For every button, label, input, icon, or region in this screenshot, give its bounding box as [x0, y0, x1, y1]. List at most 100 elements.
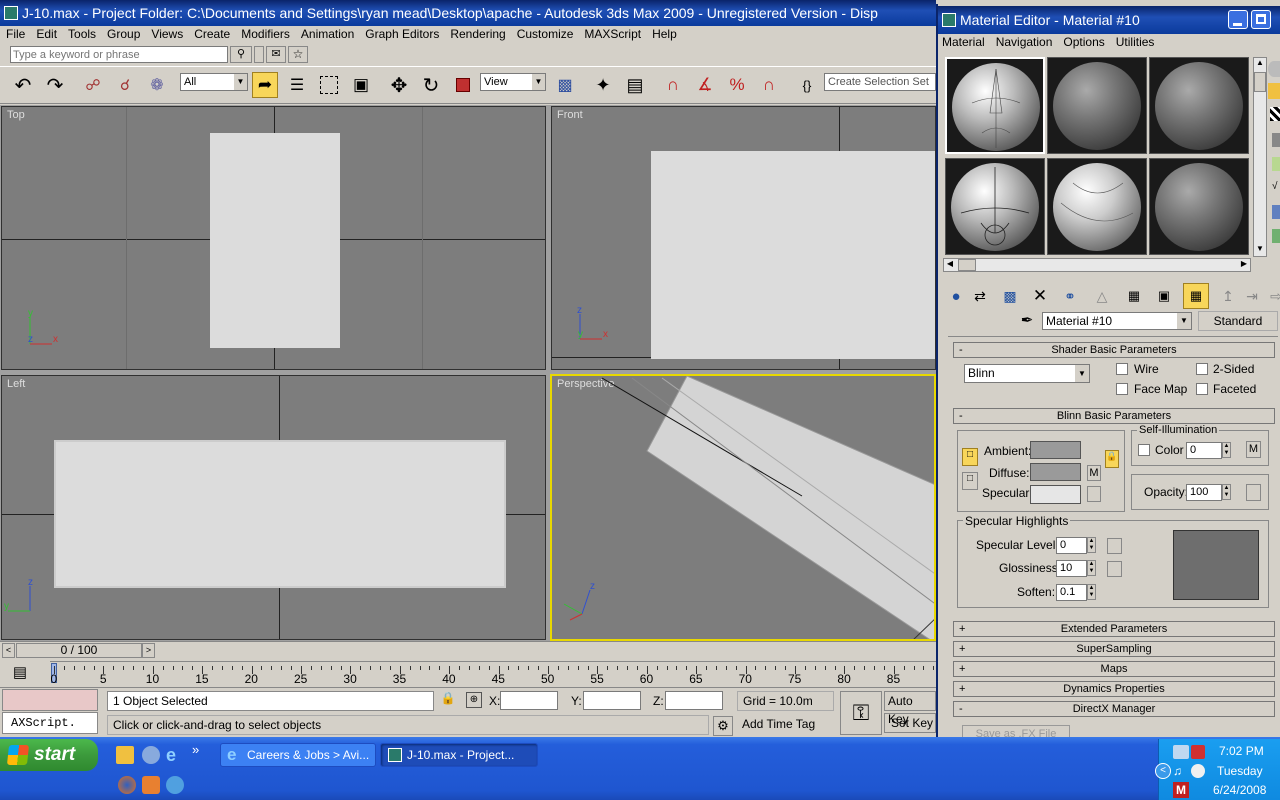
menu-navigation[interactable]: Navigation	[996, 35, 1053, 49]
menu-help[interactable]: Help	[652, 27, 677, 41]
glossiness-spinner[interactable]: ▲ ▼	[1087, 560, 1096, 576]
viewport-perspective[interactable]: Perspective z	[550, 374, 936, 641]
rollout-blinn-basic-parameters[interactable]: - Blinn Basic Parameters	[953, 408, 1275, 424]
show-map-in-viewport-icon[interactable]: ▣	[1151, 283, 1177, 309]
auto-key-button[interactable]: Auto Key	[884, 691, 936, 726]
viewport-left-label[interactable]: Left	[7, 378, 25, 390]
undo-icon[interactable]: ↶	[10, 72, 36, 98]
quick-launch-ie-icon[interactable]: e	[166, 746, 184, 764]
make-preview-icon[interactable]: √	[1272, 181, 1280, 195]
viewport-front[interactable]: Front z x y	[551, 106, 936, 370]
show-end-result-icon[interactable]: ▦	[1183, 283, 1209, 309]
menu-rendering[interactable]: Rendering	[450, 27, 505, 41]
wire-checkbox[interactable]	[1116, 363, 1128, 375]
two-sided-checkbox[interactable]	[1196, 363, 1208, 375]
self-illum-map-button[interactable]: M	[1246, 441, 1261, 458]
spinner-snap-icon[interactable]: ∩	[756, 72, 782, 98]
move-icon[interactable]: ✥	[386, 72, 412, 98]
reference-coordinate-dropdown[interactable]: View ▼	[480, 73, 546, 91]
plane-object[interactable]	[651, 151, 935, 359]
set-key-icon[interactable]: ⚿	[840, 691, 882, 735]
quick-launch-app2-icon[interactable]	[142, 776, 160, 794]
clock-time[interactable]: 7:02 PM	[1219, 744, 1264, 758]
material-type-button[interactable]: Standard	[1198, 311, 1278, 331]
select-by-material-icon[interactable]	[1272, 229, 1280, 243]
clock-day[interactable]: Tuesday	[1217, 764, 1263, 778]
self-illum-value-field[interactable]: 0	[1186, 442, 1222, 459]
select-by-name-icon[interactable]: ☰	[284, 72, 310, 98]
edit-named-selection-icon[interactable]: {}	[794, 72, 820, 98]
sample-slot-2[interactable]	[1047, 57, 1147, 154]
sample-slots-horizontal-scrollbar[interactable]: ◀ ▶	[943, 258, 1251, 272]
sample-type-icon[interactable]	[1268, 61, 1280, 77]
bind-to-space-warp-icon[interactable]: ❁	[144, 72, 170, 98]
sample-slot-4[interactable]	[945, 158, 1045, 255]
menu-file[interactable]: File	[6, 27, 25, 41]
rollout-dynamics-properties[interactable]: + Dynamics Properties	[953, 681, 1275, 697]
make-unique-icon[interactable]: ⚭	[1057, 283, 1083, 309]
faceted-checkbox[interactable]	[1196, 383, 1208, 395]
self-illum-color-checkbox[interactable]	[1138, 444, 1150, 456]
quick-launch-firefox-icon[interactable]	[118, 776, 136, 794]
plane-object[interactable]	[54, 440, 506, 588]
mcafee-icon[interactable]: M	[1173, 782, 1189, 798]
quick-launch-folder-icon[interactable]	[116, 746, 134, 764]
select-and-link-icon[interactable]: ☍	[80, 72, 106, 98]
named-selection-sets-input[interactable]: Create Selection Set	[824, 73, 936, 91]
quick-launch-expand[interactable]: »	[192, 742, 199, 757]
start-button[interactable]: start	[0, 739, 98, 771]
maximize-button[interactable]	[1251, 10, 1271, 29]
menu-views[interactable]: Views	[151, 27, 183, 41]
save-as-fx-file-button[interactable]: Save as .FX File	[962, 725, 1070, 737]
soften-spinner[interactable]: ▲ ▼	[1087, 584, 1096, 600]
select-and-manipulate-icon[interactable]: ✦	[590, 72, 616, 98]
backlight-icon[interactable]	[1268, 83, 1280, 99]
unlink-selection-icon[interactable]: ☌	[112, 72, 138, 98]
time-slider-prev-button[interactable]: <	[2, 643, 15, 658]
z-coord-field[interactable]	[665, 691, 723, 710]
plane-object[interactable]	[210, 133, 340, 348]
options-icon[interactable]	[1272, 205, 1280, 219]
go-to-parent-icon[interactable]: ↥	[1215, 283, 1241, 309]
sample-slot-1[interactable]	[945, 57, 1045, 154]
assign-material-icon[interactable]: ▩	[997, 283, 1023, 309]
reset-map-icon[interactable]: ✕	[1027, 283, 1053, 309]
opacity-field[interactable]: 100	[1186, 484, 1222, 501]
shader-dropdown[interactable]: Blinn ▼	[964, 364, 1090, 383]
menu-create[interactable]: Create	[194, 27, 230, 41]
go-to-sibling-icon[interactable]: ⇨	[1263, 283, 1280, 309]
sample-slots-vertical-scrollbar[interactable]: ▲ ▼	[1253, 57, 1267, 257]
rollout-directx-manager[interactable]: - DirectX Manager	[953, 701, 1275, 717]
menu-tools[interactable]: Tools	[68, 27, 96, 41]
time-slider[interactable]: < 0 / 100 >	[0, 641, 936, 659]
menu-maxscript[interactable]: MAXScript	[584, 27, 641, 41]
specular-color-swatch[interactable]	[1030, 485, 1081, 504]
viewport-top[interactable]: Top y x z	[1, 106, 546, 370]
add-time-tag-button[interactable]: Add Time Tag	[737, 715, 834, 735]
time-slider-thumb[interactable]: 0 / 100	[16, 643, 142, 658]
y-coord-field[interactable]	[583, 691, 641, 710]
viewport-top-label[interactable]: Top	[7, 109, 25, 121]
snaps-toggle-icon[interactable]: ∩	[660, 72, 686, 98]
rotate-icon[interactable]: ↻	[418, 72, 444, 98]
time-tag-icon[interactable]: ⚙	[713, 716, 733, 736]
viewport-front-label[interactable]: Front	[557, 109, 583, 121]
specular-map-button[interactable]	[1087, 486, 1101, 502]
communication-center-icon[interactable]: ✉	[266, 46, 286, 63]
favorites-star-icon[interactable]: ☆	[288, 46, 308, 63]
security-alert-icon[interactable]	[1191, 745, 1205, 759]
chevron-down-icon[interactable]: ▼	[1177, 313, 1191, 329]
put-to-library-icon[interactable]: △	[1089, 283, 1115, 309]
quick-launch-app3-icon[interactable]	[166, 776, 184, 794]
absolute-mode-toggle-icon[interactable]: ⊕	[466, 692, 482, 708]
lock-ambient-diffuse-icon[interactable]: □	[962, 448, 978, 466]
sample-slot-6[interactable]	[1149, 158, 1249, 255]
keyboard-shortcut-override-icon[interactable]: ▤	[622, 72, 648, 98]
specular-level-field[interactable]: 0	[1056, 537, 1087, 554]
rollout-maps[interactable]: + Maps	[953, 661, 1275, 677]
pivot-point-icon[interactable]: ▩	[552, 72, 578, 98]
search-button[interactable]: ⚲	[230, 46, 252, 63]
redo-icon[interactable]: ↷	[42, 72, 68, 98]
percent-snap-icon[interactable]: %	[724, 72, 750, 98]
sample-slot-5[interactable]	[1047, 158, 1147, 255]
